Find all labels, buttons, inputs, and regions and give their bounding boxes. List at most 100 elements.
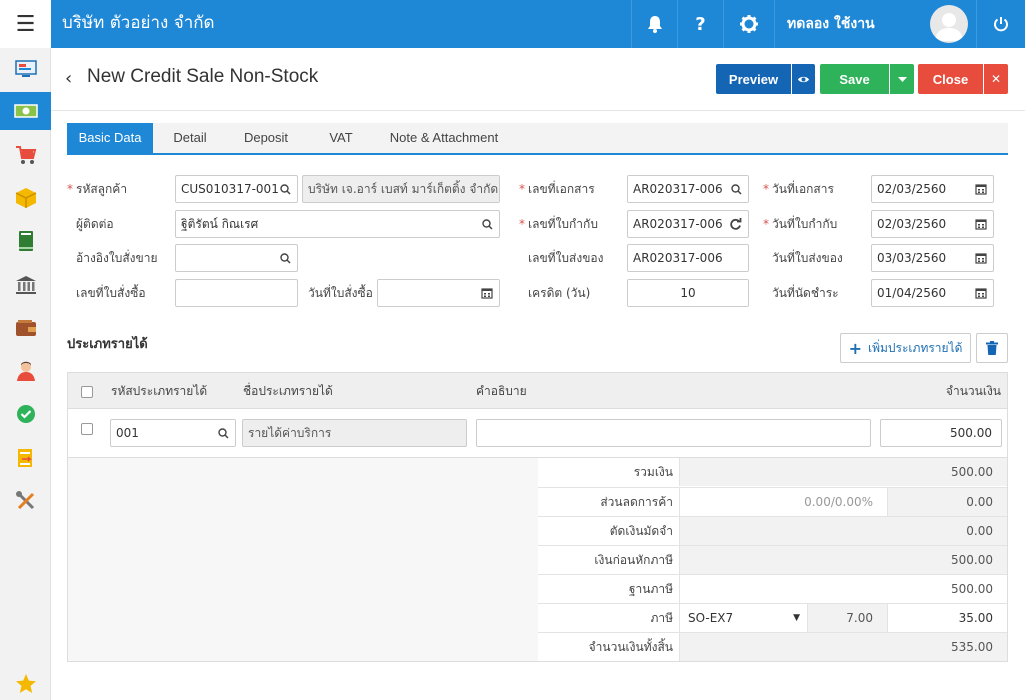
col-amount: จำนวนเงิน: [945, 384, 1001, 398]
search-icon[interactable]: [482, 211, 493, 237]
back-chevron-icon[interactable]: ‹: [65, 68, 72, 89]
add-income-type-label: เพิ่มประเภทรายได้: [868, 340, 963, 355]
ref-sales-order-label: อ้างอิงใบสั่งขาย: [76, 251, 158, 265]
amount-input[interactable]: 500.00: [880, 419, 1002, 447]
bank-icon[interactable]: [0, 266, 51, 304]
po-date-input[interactable]: [377, 279, 500, 307]
calendar-icon[interactable]: [975, 280, 987, 306]
summary-deposit-row: ตัดเงินมัดจำ 0.00: [538, 516, 1007, 545]
power-icon[interactable]: [976, 0, 1025, 48]
tax-label: ภาษี: [538, 604, 680, 632]
ref-sales-order-input[interactable]: [175, 244, 298, 272]
credit-days-input[interactable]: 10: [627, 279, 749, 307]
income-code-input[interactable]: 001: [110, 419, 236, 447]
tax-value[interactable]: 35.00: [888, 604, 1007, 632]
tab-deposit[interactable]: Deposit: [227, 123, 305, 153]
wallet-icon[interactable]: [0, 309, 51, 347]
summary-grand-total-row: จำนวนเงินทั้งสิ้น 535.00: [538, 632, 1007, 661]
close-button[interactable]: Close: [918, 64, 983, 94]
description-input[interactable]: [476, 419, 871, 447]
cart-icon[interactable]: [0, 136, 51, 174]
hamburger-menu-icon[interactable]: ☰: [0, 0, 51, 48]
tax-invoice-date-input[interactable]: 02/03/2560: [871, 210, 994, 238]
col-income-name: ชื่อประเภทรายได้: [243, 384, 333, 398]
before-tax-label: เงินก่อนหักภาษี: [538, 546, 680, 574]
po-date-label: วันที่ใบสั่งซื้อ: [308, 286, 373, 300]
tax-base-input[interactable]: 500.00: [680, 575, 1007, 603]
table-header: รหัสประเภทรายได้ ชื่อประเภทรายได้ คำอธิบ…: [68, 373, 1007, 409]
star-icon[interactable]: [0, 668, 51, 700]
person-icon[interactable]: [0, 352, 51, 390]
doc-no-input[interactable]: AR020317-006: [627, 175, 749, 203]
customer-code-label: * รหัสลูกค้า: [67, 182, 128, 196]
calendar-icon[interactable]: [975, 176, 987, 202]
save-button[interactable]: Save: [820, 64, 889, 94]
sidebar: [0, 48, 51, 700]
help-icon[interactable]: ?: [677, 0, 723, 48]
grand-total-label: จำนวนเงินทั้งสิ้น: [538, 633, 680, 661]
book-icon[interactable]: [0, 222, 51, 260]
customer-code-input[interactable]: CUS010317-001: [175, 175, 298, 203]
page-title: New Credit Sale Non-Stock: [87, 66, 319, 87]
delivery-no-label: เลขที่ใบส่งของ: [528, 251, 604, 265]
monitor-icon[interactable]: [0, 50, 51, 88]
summary-before-tax-row: เงินก่อนหักภาษี 500.00: [538, 545, 1007, 574]
search-icon[interactable]: [218, 420, 229, 446]
tools-icon[interactable]: [0, 482, 51, 520]
user-menu[interactable]: ทดลอง ใช้งาน: [774, 0, 975, 48]
income-section-title: ประเภทรายได้: [67, 337, 148, 352]
tab-detail[interactable]: Detail: [157, 123, 223, 153]
trash-icon[interactable]: [976, 333, 1008, 363]
tab-basic-data[interactable]: Basic Data: [67, 123, 153, 153]
before-tax-value: 500.00: [680, 546, 1007, 574]
calendar-icon[interactable]: [975, 211, 987, 237]
search-icon[interactable]: [731, 176, 742, 202]
discount-input[interactable]: 0.00/0.00%: [680, 488, 888, 516]
total-value: 500.00: [680, 458, 1007, 486]
money-icon[interactable]: [0, 92, 51, 130]
search-icon[interactable]: [280, 176, 291, 202]
calendar-icon[interactable]: [481, 280, 493, 306]
transfer-icon[interactable]: [0, 439, 51, 477]
delivery-no-input[interactable]: AR020317-006: [627, 244, 749, 272]
user-name: ทดลอง ใช้งาน: [787, 16, 875, 32]
po-number-input[interactable]: [175, 279, 298, 307]
customer-name-field: บริษัท เจ.อาร์ เบสท์ มาร์เก็ตติ้ง จำกัด: [302, 175, 500, 203]
select-all-checkbox[interactable]: [81, 386, 93, 398]
credit-days-label: เครดิต (วัน): [528, 286, 591, 300]
refresh-icon[interactable]: [729, 211, 742, 237]
contact-input[interactable]: ฐิติรัตน์ กิณเรศ: [175, 210, 500, 238]
table-row: 001 รายได้ค่าบริการ 500.00: [68, 409, 1007, 458]
due-date-label: วันที่นัดชำระ: [772, 286, 839, 300]
avatar[interactable]: [930, 5, 968, 43]
tab-vat[interactable]: VAT: [311, 123, 371, 153]
income-name-field: รายได้ค่าบริการ: [242, 419, 467, 447]
calendar-icon[interactable]: [975, 245, 987, 271]
eye-icon[interactable]: [792, 64, 815, 94]
doc-date-input[interactable]: 02/03/2560: [871, 175, 994, 203]
po-number-label: เลขที่ใบสั่งซื้อ: [76, 286, 146, 300]
contact-label: ผู้ติดต่อ: [76, 217, 114, 231]
close-icon[interactable]: ✕: [984, 64, 1008, 94]
delivery-date-input[interactable]: 03/03/2560: [871, 244, 994, 272]
row-checkbox[interactable]: [81, 423, 93, 435]
add-income-type-button[interactable]: + เพิ่มประเภทรายได้: [840, 333, 971, 363]
check-icon[interactable]: [0, 395, 51, 433]
summary-discount-row: ส่วนลดการค้า 0.00/0.00% 0.00: [538, 487, 1007, 516]
box-icon[interactable]: [0, 179, 51, 217]
tax-code-select[interactable]: SO-EX7 ▼: [680, 604, 808, 632]
plus-icon: +: [848, 338, 862, 358]
summary-tax-row: ภาษี SO-EX7 ▼ 7.00 35.00: [538, 603, 1007, 632]
gear-icon[interactable]: [723, 0, 774, 48]
chevron-down-icon[interactable]: [890, 64, 914, 94]
bell-icon[interactable]: [631, 0, 677, 48]
preview-button[interactable]: Preview: [716, 64, 791, 94]
due-date-input[interactable]: 01/04/2560: [871, 279, 994, 307]
col-description: คำอธิบาย: [476, 384, 527, 398]
tab-note-attachment[interactable]: Note & Attachment: [379, 123, 509, 153]
tax-invoice-no-input[interactable]: AR020317-006: [627, 210, 749, 238]
search-icon[interactable]: [280, 245, 291, 271]
income-table: รหัสประเภทรายได้ ชื่อประเภทรายได้ คำอธิบ…: [67, 372, 1008, 662]
total-label: รวมเงิน: [538, 458, 680, 486]
discount-label: ส่วนลดการค้า: [538, 488, 680, 516]
